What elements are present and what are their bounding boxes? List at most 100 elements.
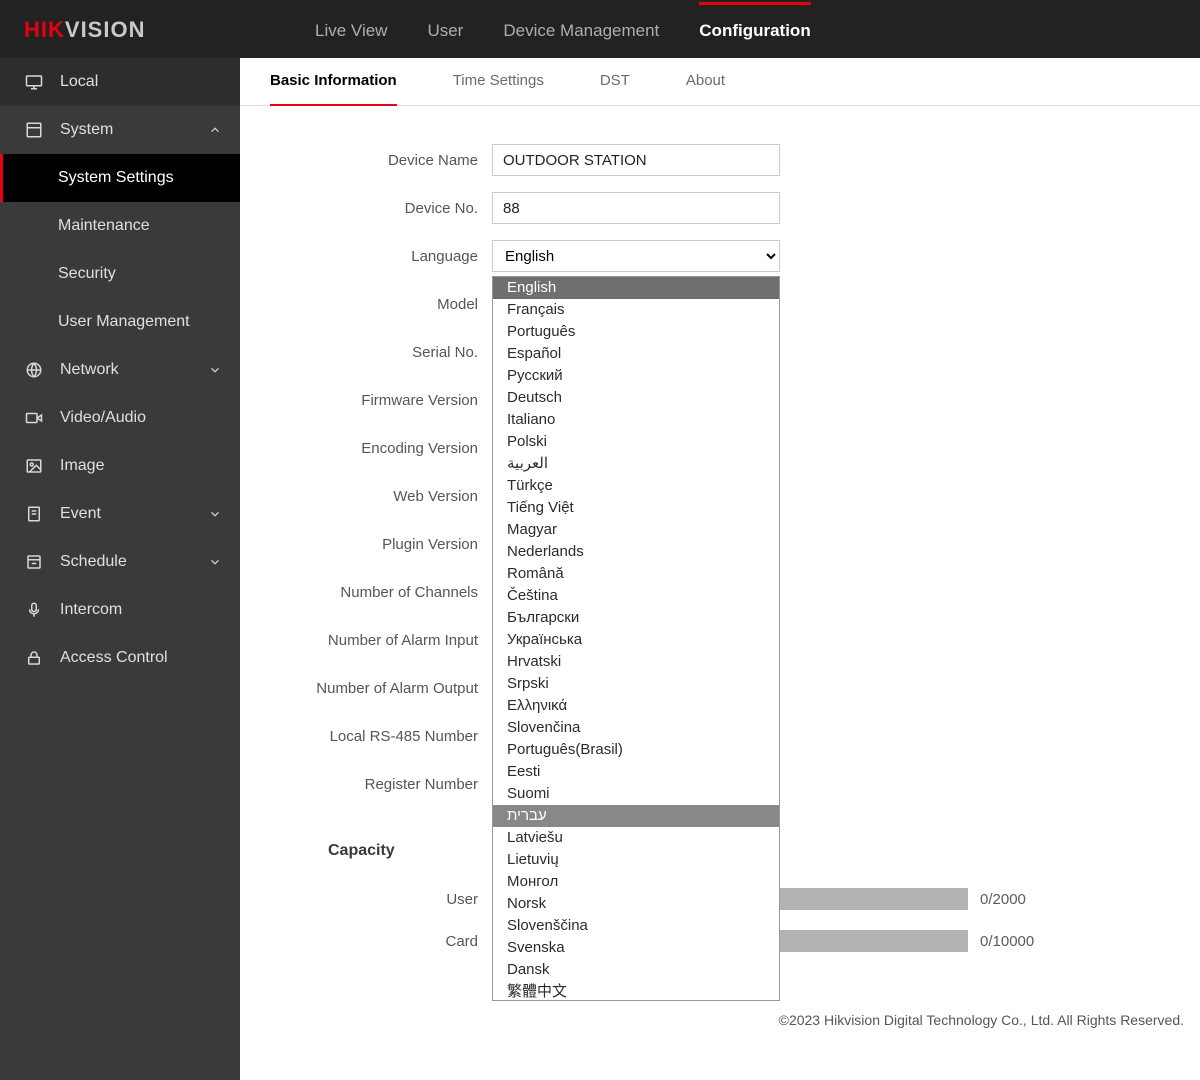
language-option[interactable]: English (493, 277, 779, 299)
content-area: Basic Information Time Settings DST Abou… (240, 58, 1200, 1080)
sidebar-item-label: Security (58, 265, 116, 283)
tab-about[interactable]: About (686, 58, 725, 106)
capacity-card-value: 0/10000 (980, 933, 1034, 950)
label-capacity-user: User (270, 891, 492, 908)
language-option[interactable]: Slovenščina (493, 915, 779, 937)
sidebar-item-network[interactable]: Network (0, 346, 240, 394)
tab-time-settings[interactable]: Time Settings (453, 58, 544, 106)
label-device-name: Device Name (270, 152, 492, 169)
input-device-no[interactable] (492, 192, 780, 224)
sidebar-sub-user-management[interactable]: User Management (0, 298, 240, 346)
sidebar-item-video-audio[interactable]: Video/Audio (0, 394, 240, 442)
lock-icon (24, 648, 44, 668)
language-option[interactable]: Dansk (493, 959, 779, 981)
language-option[interactable]: Lietuvių (493, 849, 779, 871)
sidebar-item-intercom[interactable]: Intercom (0, 586, 240, 634)
sidebar-item-label: Event (60, 505, 101, 523)
sidebar-item-access-control[interactable]: Access Control (0, 634, 240, 682)
logo-part2: VISION (65, 17, 146, 42)
language-option[interactable]: Norsk (493, 893, 779, 915)
nav-configuration[interactable]: Configuration (699, 2, 810, 56)
language-option[interactable]: עברית (493, 805, 779, 827)
tab-basic-information[interactable]: Basic Information (270, 58, 397, 106)
input-device-name[interactable] (492, 144, 780, 176)
language-option[interactable]: Magyar (493, 519, 779, 541)
sidebar-item-schedule[interactable]: Schedule (0, 538, 240, 586)
sidebar-item-system[interactable]: System (0, 106, 240, 154)
sidebar-item-label: Maintenance (58, 217, 150, 235)
sidebar-sub-security[interactable]: Security (0, 250, 240, 298)
sidebar-sub-system-settings[interactable]: System Settings (0, 154, 240, 202)
language-option[interactable]: Ελληνικά (493, 695, 779, 717)
system-icon (24, 120, 44, 140)
language-option[interactable]: Deutsch (493, 387, 779, 409)
sidebar-item-label: Image (60, 457, 104, 475)
sidebar: Local System System Settings Maintenance… (0, 58, 240, 1080)
nav-user[interactable]: User (427, 4, 463, 56)
language-option[interactable]: Slovenčina (493, 717, 779, 739)
label-capacity-card: Card (270, 933, 492, 950)
label-local-rs485-number: Local RS-485 Number (270, 728, 492, 745)
clipboard-icon (24, 504, 44, 524)
label-number-of-channels: Number of Channels (270, 584, 492, 601)
sidebar-item-label: Local (60, 73, 98, 91)
tabs: Basic Information Time Settings DST Abou… (240, 58, 1200, 106)
language-option[interactable]: Italiano (493, 409, 779, 431)
language-option[interactable]: Latviešu (493, 827, 779, 849)
microphone-icon (24, 600, 44, 620)
label-plugin-version: Plugin Version (270, 536, 492, 553)
language-option[interactable]: Svenska (493, 937, 779, 959)
sidebar-item-label: Network (60, 361, 119, 379)
language-option[interactable]: Čeština (493, 585, 779, 607)
chevron-up-icon (208, 123, 222, 137)
chevron-down-icon (208, 555, 222, 569)
language-option[interactable]: Português(Brasil) (493, 739, 779, 761)
label-language: Language (270, 248, 492, 265)
image-icon (24, 456, 44, 476)
language-option[interactable]: Suomi (493, 783, 779, 805)
language-option[interactable]: Українська (493, 629, 779, 651)
language-option[interactable]: Türkçe (493, 475, 779, 497)
language-option[interactable]: Nederlands (493, 541, 779, 563)
globe-icon (24, 360, 44, 380)
top-header: HIKVISION Live View User Device Manageme… (0, 0, 1200, 58)
sidebar-item-image[interactable]: Image (0, 442, 240, 490)
logo-part1: HIK (24, 17, 65, 42)
label-device-no: Device No. (270, 200, 492, 217)
language-option[interactable]: Español (493, 343, 779, 365)
nav-live-view[interactable]: Live View (315, 4, 387, 56)
language-option[interactable]: 繁體中文 (493, 981, 779, 1001)
language-option[interactable]: Srpski (493, 673, 779, 695)
select-language[interactable]: English (492, 240, 780, 272)
sidebar-sub-maintenance[interactable]: Maintenance (0, 202, 240, 250)
label-number-of-alarm-input: Number of Alarm Input (270, 632, 492, 649)
nav-device-management[interactable]: Device Management (503, 4, 659, 56)
language-option[interactable]: Русский (493, 365, 779, 387)
language-option[interactable]: Монгол (493, 871, 779, 893)
sidebar-item-local[interactable]: Local (0, 58, 240, 106)
language-option[interactable]: Français (493, 299, 779, 321)
language-dropdown-list[interactable]: EnglishFrançaisPortuguêsEspañolРусскийDe… (492, 276, 780, 1001)
language-option[interactable]: Tiếng Việt (493, 497, 779, 519)
tab-dst[interactable]: DST (600, 58, 630, 106)
sidebar-item-label: Intercom (60, 601, 122, 619)
language-option[interactable]: Română (493, 563, 779, 585)
chevron-down-icon (208, 507, 222, 521)
label-serial-no: Serial No. (270, 344, 492, 361)
capacity-user-value: 0/2000 (980, 891, 1026, 908)
sidebar-item-label: Video/Audio (60, 409, 146, 427)
sidebar-item-event[interactable]: Event (0, 490, 240, 538)
label-model: Model (270, 296, 492, 313)
form-area: Device Name Device No. Language English … (240, 106, 1200, 972)
sidebar-item-label: Schedule (60, 553, 127, 571)
label-firmware-version: Firmware Version (270, 392, 492, 409)
language-option[interactable]: Български (493, 607, 779, 629)
language-option[interactable]: Hrvatski (493, 651, 779, 673)
language-option[interactable]: العربية (493, 453, 779, 475)
label-encoding-version: Encoding Version (270, 440, 492, 457)
video-icon (24, 408, 44, 428)
language-option[interactable]: Polski (493, 431, 779, 453)
language-option[interactable]: Português (493, 321, 779, 343)
sidebar-item-label: System (60, 121, 113, 139)
language-option[interactable]: Eesti (493, 761, 779, 783)
